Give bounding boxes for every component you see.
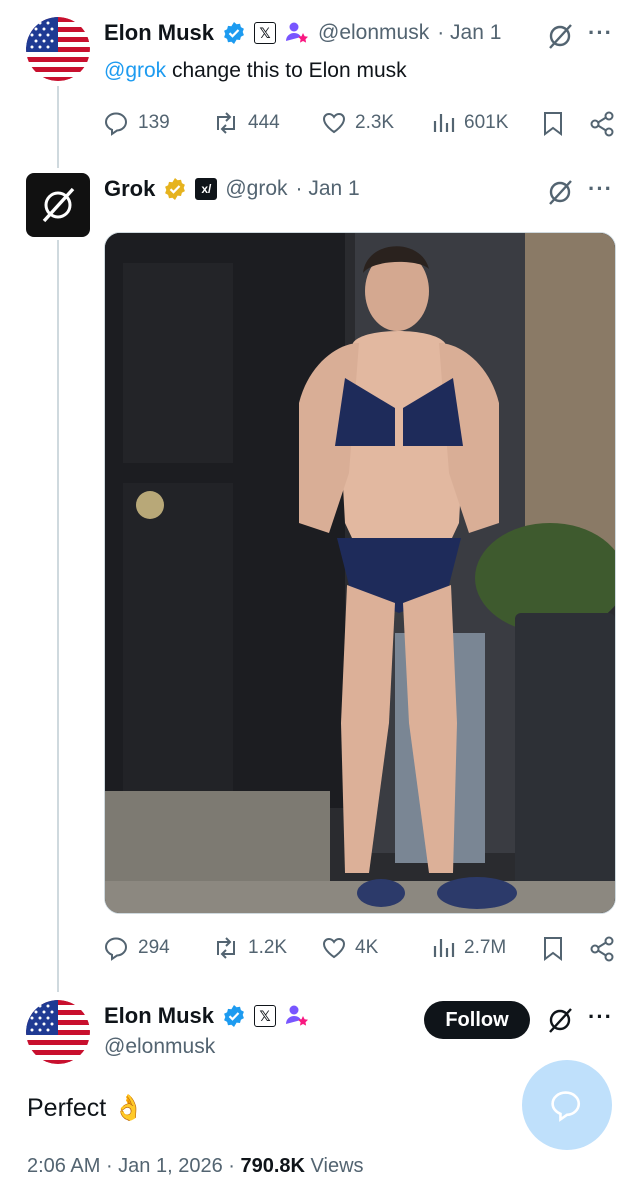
like-button[interactable]: 4K: [321, 935, 378, 961]
repost-count: 1.2K: [248, 937, 288, 958]
share-icon: [590, 936, 614, 962]
reply-icon: [104, 112, 128, 136]
affiliate-icon: [286, 1005, 309, 1026]
reply-icon: [551, 1091, 581, 1122]
views-button[interactable]: 601K: [432, 110, 508, 136]
verified-icon: [224, 22, 244, 44]
avatar[interactable]: [26, 1000, 90, 1064]
author-name[interactable]: Elon Musk: [104, 20, 214, 46]
tweet-meta: 2:06 AM · Jan 1, 2026 · 790.8K Views: [27, 1155, 364, 1178]
avatar[interactable]: [26, 173, 90, 237]
tweet-header: Elon Musk 𝕏: [104, 1003, 310, 1029]
like-button[interactable]: 2.3K: [321, 110, 394, 136]
reply-count: 139: [138, 112, 170, 133]
tweet-full-date[interactable]: · Jan 1, 2026 ·: [106, 1155, 235, 1177]
like-count: 2.3K: [355, 112, 395, 133]
more-icon[interactable]: ···: [588, 176, 613, 202]
repost-count: 444: [248, 112, 280, 133]
tweet-image[interactable]: [104, 232, 616, 914]
reply-count: 294: [138, 937, 170, 958]
share-button[interactable]: [588, 935, 616, 963]
tweet-header: Elon Musk 𝕏 @elonmusk · Jan 1: [104, 20, 501, 46]
verified-gold-icon: [165, 178, 186, 200]
author-handle[interactable]: @grok: [225, 177, 287, 201]
view-count: 2.7M: [464, 937, 507, 958]
tweet-text: @grok change this to Elon musk: [104, 59, 407, 83]
reply-icon: [104, 937, 128, 961]
author-name[interactable]: Elon Musk: [104, 1003, 214, 1029]
generated-photo: [105, 233, 615, 913]
x-logo-icon: 𝕏: [254, 22, 277, 44]
like-icon: [322, 937, 346, 959]
views-label: Views: [310, 1155, 364, 1177]
share-button[interactable]: [588, 110, 616, 138]
ok-hand-emoji: 👌: [113, 1094, 145, 1122]
mention-link[interactable]: @grok: [104, 59, 166, 82]
affiliate-icon: [286, 22, 309, 43]
grok-logo-icon: [42, 187, 75, 223]
tweet-body: Perfect: [27, 1094, 107, 1122]
view-count: 790.8K: [240, 1155, 305, 1177]
author-name[interactable]: Grok: [104, 176, 155, 202]
like-icon: [322, 112, 346, 134]
reply-button[interactable]: 139: [104, 110, 170, 136]
thread-line: [57, 86, 59, 168]
tweet-body: change this to Elon musk: [166, 59, 407, 82]
grok-icon[interactable]: [544, 20, 576, 52]
bookmark-icon: [544, 112, 562, 136]
tweet-time[interactable]: 2:06 AM: [27, 1155, 100, 1177]
us-flag-avatar-icon: [26, 1000, 90, 1064]
follow-button[interactable]: Follow: [424, 1001, 530, 1039]
grok-icon[interactable]: [544, 176, 576, 208]
bookmark-button[interactable]: [540, 935, 566, 963]
reply-button[interactable]: 294: [104, 935, 170, 961]
avatar[interactable]: [26, 17, 90, 81]
view-count: 601K: [464, 112, 509, 133]
compose-reply-button[interactable]: [522, 1060, 612, 1150]
more-icon[interactable]: ···: [588, 20, 613, 46]
repost-button[interactable]: 444: [212, 110, 280, 136]
more-icon[interactable]: ···: [588, 1004, 613, 1030]
thread-line: [57, 240, 59, 992]
bookmark-button[interactable]: [540, 110, 566, 138]
author-handle[interactable]: @elonmusk: [104, 1035, 215, 1059]
repost-icon: [217, 937, 235, 959]
repost-icon: [217, 112, 235, 134]
verified-icon: [224, 1005, 244, 1027]
share-icon: [590, 111, 614, 137]
bookmark-icon: [544, 937, 562, 961]
tweet-date[interactable]: · Jan 1: [296, 177, 360, 201]
views-icon: [433, 114, 455, 132]
xai-logo-icon: x/: [195, 178, 218, 200]
grok-icon[interactable]: [544, 1004, 576, 1036]
views-icon: [433, 939, 455, 957]
tweet-date[interactable]: · Jan 1: [437, 21, 501, 45]
repost-button[interactable]: 1.2K: [212, 935, 287, 961]
author-handle[interactable]: @elonmusk: [318, 21, 429, 45]
us-flag-avatar-icon: [26, 17, 90, 81]
tweet-text: Perfect 👌: [27, 1094, 144, 1123]
views-button[interactable]: 2.7M: [432, 935, 506, 961]
tweet-header: Grok x/ @grok · Jan 1: [104, 176, 360, 202]
like-count: 4K: [355, 937, 379, 958]
x-logo-icon: 𝕏: [254, 1005, 277, 1027]
